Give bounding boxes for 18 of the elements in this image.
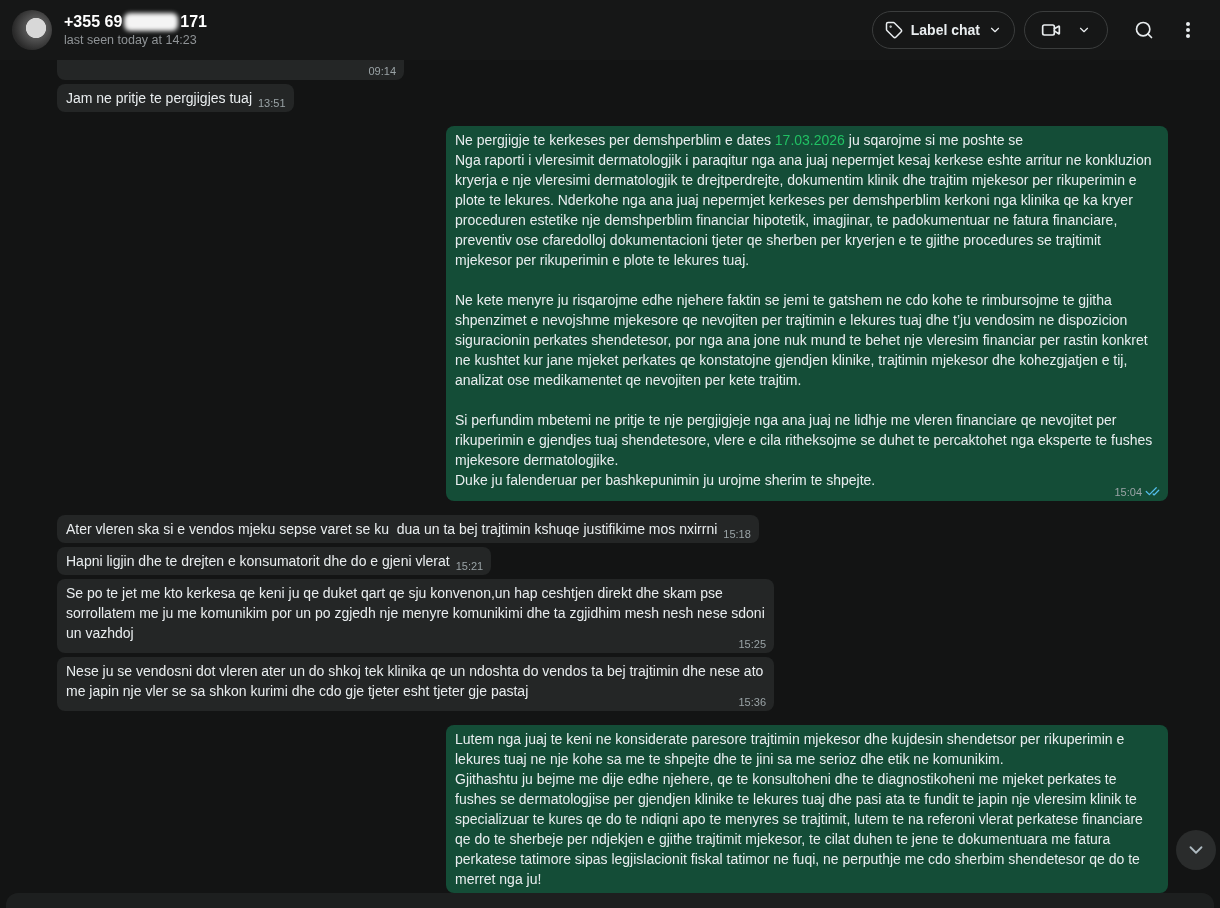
redaction-blur bbox=[124, 13, 179, 31]
message-time: 09:14 bbox=[368, 64, 396, 78]
scroll-down-button[interactable] bbox=[1176, 830, 1216, 870]
message-text: Hapni ligjin dhe te drejten e konsumatorit dhe do e gjeni vlerat bbox=[66, 552, 450, 571]
message-time: 15:21 bbox=[455, 559, 484, 573]
last-seen-status: last seen today at 14:23 bbox=[64, 33, 198, 47]
contact-avatar[interactable] bbox=[12, 10, 52, 50]
search-icon bbox=[1134, 20, 1154, 40]
message-time: 13:51 bbox=[258, 96, 286, 110]
contact-name: +355 69 bbox=[64, 13, 123, 31]
message-time: 15:18 bbox=[723, 527, 751, 541]
menu-icon bbox=[1186, 22, 1190, 38]
message-text: Lutem nga juaj te keni ne konsiderate paresore trajtimin mjekesor dhe kujdesin shendetsor per rikuperimin e lekures tuaj ne nje kohe sa me te shpejte dhe te jini sa me serioz dhe etik ne komunikim. Gjithashtu ju bejme me dije edhe njehere, qe te konsultoheni dhe te diagnostikoheni me mjeket perkates te fushes se dermatologjise per gjendjen klinike te lekures tuaj dhe pasi ata te fundit te japin nje vleresim klinik te specializuar te kures qe do te ndiqni apo te menyres se trajtimit, lutem te na referoni vlerat perkatese financiare qe do te sherbeje per ndjekjen e gjithe trajtimit mjekesor, te cilat duhen te jene te dokumentuara me fatura perkatese tatimore sipas legjislacionit fiskal tatimor ne fuqi, ne perputhje me cdo sherbim shendetesor qe do te merret nga ju! bbox=[455, 730, 1144, 889]
contact-name: 171 bbox=[180, 13, 207, 31]
message-text: Jam ne pritje te pergjigjes tuaj bbox=[66, 89, 252, 108]
date-link[interactable]: 17.03.2026 bbox=[774, 132, 845, 148]
message-text: Ater vleren ska si e vendos mjeku sepse varet se ku dua un ta bej trajtimin kshuqe justifikime mos nxirrni bbox=[66, 520, 718, 539]
tag-icon bbox=[884, 21, 903, 39]
